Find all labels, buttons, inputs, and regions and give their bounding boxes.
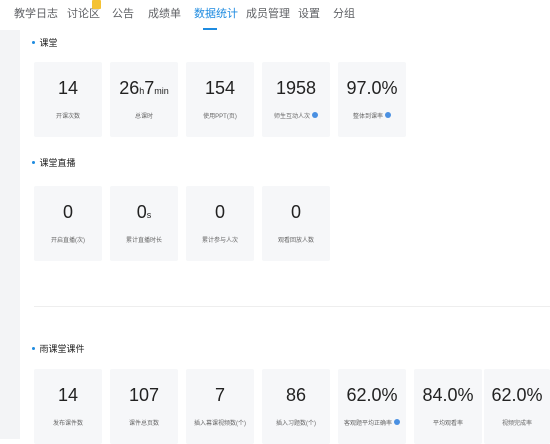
- stat-value: 97.0%: [346, 78, 398, 98]
- top-nav: 教学日志 讨论区 公告 成绩单 数据统计 成员管理 设置 分组: [0, 0, 550, 30]
- tab-settings[interactable]: 设置: [298, 5, 320, 21]
- stat-label: 发布课件数: [52, 421, 83, 427]
- tab-data-statistics[interactable]: 数据统计: [194, 5, 238, 21]
- tab-announcement[interactable]: 公告: [112, 5, 134, 21]
- stat-label: 插入幕课视频数(个): [194, 421, 246, 427]
- stat-card-live-count: 0 开启直播(次): [34, 186, 102, 261]
- stat-label: 累计直播时长: [125, 238, 162, 244]
- section-title-classroom: 课堂: [32, 36, 58, 49]
- stat-label: 开启直播(次): [51, 238, 85, 244]
- stat-value: 0: [62, 202, 73, 222]
- stat-card-avg-view-rate: 84.0% 平均观看率: [414, 369, 482, 444]
- stat-card-class-count: 14 开课次数: [34, 62, 102, 137]
- stat-label: 整体到课率: [338, 111, 406, 120]
- stat-value: 62.0%: [491, 385, 543, 405]
- tab-grades[interactable]: 成绩单: [148, 5, 181, 21]
- stat-card-live-duration: 0s 累计直播时长: [110, 186, 178, 261]
- stat-value: 14: [57, 385, 79, 405]
- stat-value: 7: [214, 385, 225, 405]
- stat-card-attendance-rate: 97.0% 整体到课率: [338, 62, 406, 137]
- info-icon[interactable]: [385, 112, 391, 119]
- section-divider: [34, 306, 550, 307]
- section-title-live: 课堂直播: [32, 156, 76, 169]
- stat-card-exercises: 86 插入习题数(个): [262, 369, 330, 444]
- stat-value: 1958: [275, 78, 317, 98]
- stat-label: 课件总页数: [128, 421, 159, 427]
- stat-value: 26h7min: [119, 78, 169, 98]
- stat-label: 插入习题数(个): [276, 421, 316, 427]
- stat-value: 154: [204, 78, 236, 98]
- info-icon[interactable]: [394, 419, 400, 426]
- stat-value: 0: [214, 202, 225, 222]
- stat-card-ppt-pages: 154 使用PPT(页): [186, 62, 254, 137]
- stat-card-mooc-videos: 7 插入幕课视频数(个): [186, 369, 254, 444]
- stat-value: 0: [290, 202, 301, 222]
- stat-label: 视频完成率: [501, 421, 532, 427]
- stat-label: 使用PPT(页): [203, 114, 237, 120]
- stat-value: 107: [128, 385, 160, 405]
- statistics-content: 课堂 14 开课次数 26h7min 总课时 154 使用PPT(页) 1958…: [20, 30, 550, 444]
- stat-card-video-completion: 62.0% 视频完成率: [484, 369, 550, 444]
- stat-card-total-hours: 26h7min 总课时: [110, 62, 178, 137]
- left-sidebar-strip: [0, 30, 20, 439]
- stat-card-objective-accuracy: 62.0% 客观题平均正确率: [338, 369, 406, 444]
- section-title-courseware: 雨课堂课件: [32, 342, 85, 355]
- stat-value: 14: [57, 78, 79, 98]
- stat-label: 客观题平均正确率: [338, 418, 406, 427]
- stat-value: 84.0%: [422, 385, 474, 405]
- info-icon[interactable]: [312, 112, 318, 119]
- stat-label: 总课时: [134, 114, 153, 120]
- notification-badge: [92, 0, 101, 9]
- stat-label: 师生互动人次: [262, 111, 330, 120]
- tab-members[interactable]: 成员管理: [246, 5, 290, 21]
- tab-groups[interactable]: 分组: [333, 5, 355, 21]
- stat-label: 累计参与人次: [201, 238, 238, 244]
- stat-label: 平均观看率: [432, 421, 463, 427]
- stat-card-published-courseware: 14 发布课件数: [34, 369, 102, 444]
- stat-card-interactions: 1958 师生互动人次: [262, 62, 330, 137]
- stat-card-replay-viewers: 0 观看回放人数: [262, 186, 330, 261]
- stat-card-live-participants: 0 累计参与人次: [186, 186, 254, 261]
- tab-teaching-log[interactable]: 教学日志: [14, 5, 58, 21]
- stat-value: 62.0%: [346, 385, 398, 405]
- stat-value: 86: [285, 385, 307, 405]
- stat-card-courseware-pages: 107 课件总页数: [110, 369, 178, 444]
- stat-label: 开课次数: [55, 114, 80, 120]
- stat-label: 观看回放人数: [277, 238, 314, 244]
- stat-value: 0s: [136, 202, 152, 222]
